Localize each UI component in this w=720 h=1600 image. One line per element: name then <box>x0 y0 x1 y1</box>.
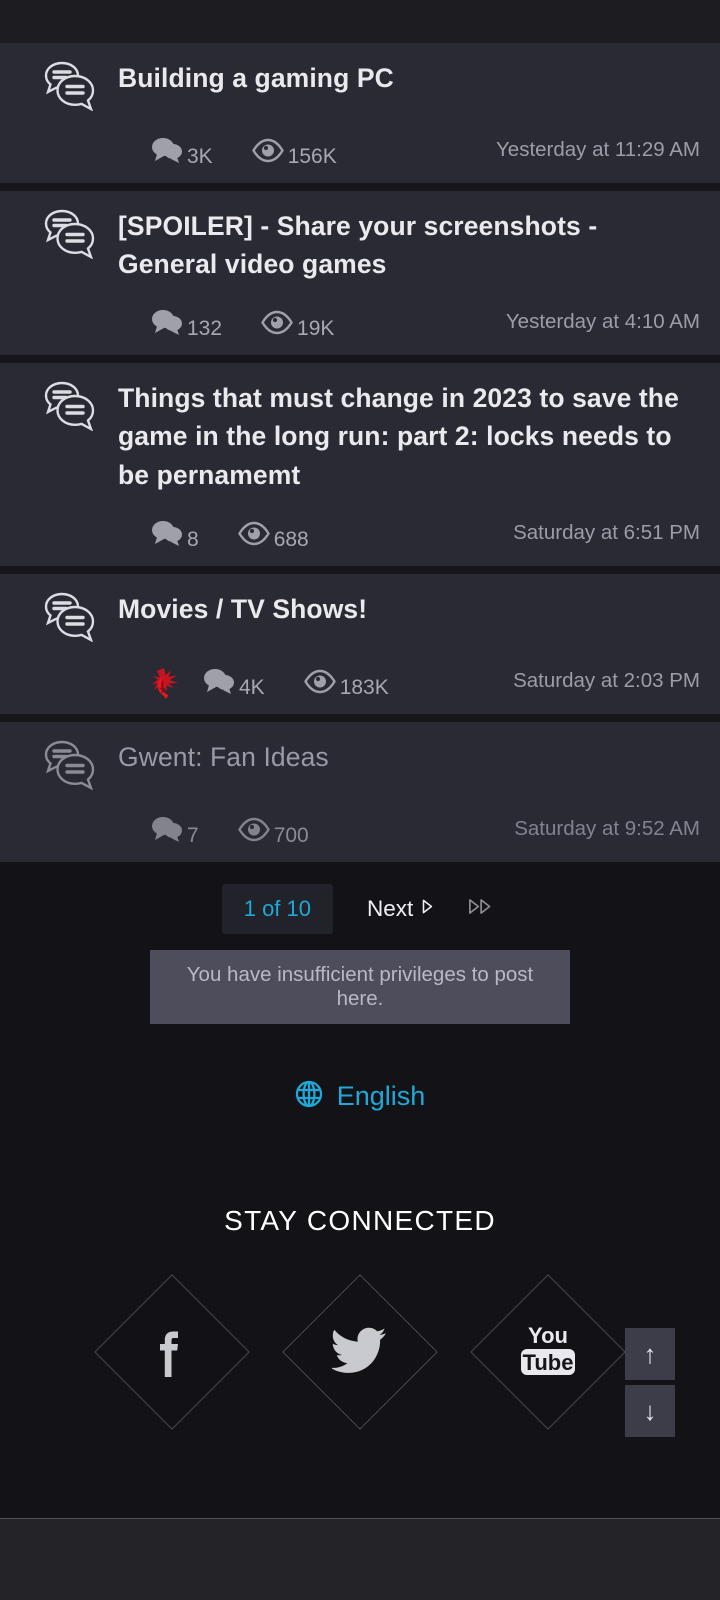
thread-bubbles-icon <box>42 379 100 432</box>
thread-title[interactable]: Building a gaming PC <box>118 57 394 97</box>
facebook-icon[interactable] <box>94 1273 250 1430</box>
bottom-navigation-bar <box>0 1519 720 1600</box>
thread-stats: 4K 183K Saturday at 2:03 PM <box>0 664 720 700</box>
thread-stats: 7 700 Saturday at 9:52 AM <box>0 812 720 846</box>
thread-date: Saturday at 6:51 PM <box>513 520 700 544</box>
reply-count-value: 7 <box>187 823 199 847</box>
reply-count-value: 3K <box>187 145 213 168</box>
view-count: 688 <box>237 519 309 551</box>
comment-icon <box>150 519 184 547</box>
svg-text:You: You <box>528 1323 568 1348</box>
thread-title[interactable]: Gwent: Fan Ideas <box>118 736 329 776</box>
view-count-value: 183K <box>339 675 389 699</box>
thread-date: Saturday at 9:52 AM <box>514 816 700 840</box>
view-count: 700 <box>237 815 309 847</box>
thread-header: Things that must change in 2023 to save … <box>0 377 720 493</box>
scroll-up-button[interactable]: ↑ <box>625 1328 675 1380</box>
view-count-value: 700 <box>273 823 309 847</box>
eye-icon <box>303 667 337 695</box>
thread-stats: 3K 156K Yesterday at 11:29 AM <box>0 133 720 167</box>
thread-bubbles-icon <box>42 207 100 259</box>
eye-icon <box>260 308 294 336</box>
thread-title[interactable]: [SPOILER] - Share your screenshots - Gen… <box>118 205 702 283</box>
thread-date: Yesterday at 11:29 AM <box>496 138 700 161</box>
reply-count: 3K <box>150 136 213 168</box>
stay-connected-heading: STAY CONNECTED <box>224 1204 496 1236</box>
eye-icon <box>237 519 271 547</box>
reply-count-value: 4K <box>239 675 265 699</box>
double-chevron-right-icon <box>468 897 498 921</box>
language-label: English <box>336 1080 426 1111</box>
thread-row[interactable]: Gwent: Fan Ideas 7 700 Saturday at 9:52 … <box>0 721 720 862</box>
pagination-section: 1 of 10 Next You have insufficient privi… <box>0 869 720 1435</box>
globe-icon <box>295 1080 323 1113</box>
next-page-button[interactable]: Next <box>367 896 434 922</box>
reply-count-value: 8 <box>187 527 199 551</box>
reply-count: 132 <box>150 308 223 341</box>
pagination: 1 of 10 Next <box>0 883 720 934</box>
youtube-glyph: You Tube <box>516 1317 580 1386</box>
comment-icon <box>150 815 184 843</box>
thread-row[interactable]: [SPOILER] - Share your screenshots - Gen… <box>0 191 720 356</box>
scroll-down-button[interactable]: ↓ <box>625 1385 675 1437</box>
thread-row[interactable]: Building a gaming PC 3K 156K Yesterday a… <box>0 43 720 183</box>
view-count-value: 19K <box>297 317 335 341</box>
view-count: 19K <box>260 308 335 341</box>
reply-count: 8 <box>150 519 199 551</box>
insufficient-privileges-notice: You have insufficient privileges to post… <box>150 949 570 1024</box>
comment-icon <box>150 136 184 164</box>
thread-row[interactable]: Things that must change in 2023 to save … <box>0 363 720 566</box>
thread-bubbles-icon <box>42 738 100 790</box>
view-count: 183K <box>303 667 389 699</box>
thread-header: Building a gaming PC <box>0 57 720 111</box>
page-indicator[interactable]: 1 of 10 <box>221 883 333 934</box>
thread-date: Saturday at 2:03 PM <box>513 668 700 692</box>
chevron-right-icon <box>420 896 434 922</box>
svg-text:Tube: Tube <box>523 1350 574 1375</box>
eye-icon <box>251 136 285 164</box>
twitter-icon[interactable] <box>282 1273 438 1430</box>
twitter-glyph <box>330 1325 388 1378</box>
eye-icon <box>237 815 271 843</box>
view-count-value: 688 <box>273 527 309 551</box>
next-page-label: Next <box>367 895 414 921</box>
thread-date: Yesterday at 4:10 AM <box>505 310 700 334</box>
thread-title[interactable]: Movies / TV Shows! <box>118 588 367 628</box>
thread-stats: 132 19K Yesterday at 4:10 AM <box>0 305 720 339</box>
thread-header: [SPOILER] - Share your screenshots - Gen… <box>0 205 720 283</box>
last-page-button[interactable] <box>468 897 498 921</box>
thread-bubbles-icon <box>42 59 100 111</box>
cdpr-red-bird-icon <box>150 666 180 700</box>
view-count: 156K <box>251 136 337 168</box>
notice-wrapper: You have insufficient privileges to post… <box>0 949 720 1024</box>
comment-icon <box>202 667 236 695</box>
thread-list: Building a gaming PC 3K 156K Yesterday a… <box>0 43 720 862</box>
language-selector[interactable]: English <box>0 1080 720 1113</box>
view-count-value: 156K <box>287 145 337 168</box>
scroll-controls: ↑ ↓ <box>625 1328 675 1437</box>
thread-header: Gwent: Fan Ideas <box>0 736 720 790</box>
thread-header: Movies / TV Shows! <box>0 588 720 642</box>
thread-title[interactable]: Things that must change in 2023 to save … <box>118 377 702 493</box>
facebook-glyph <box>152 1319 192 1384</box>
social-links: You Tube <box>0 1273 720 1430</box>
thread-row[interactable]: Movies / TV Shows! 4K 183K Saturday at 2… <box>0 573 720 714</box>
reply-count-value: 132 <box>187 317 223 341</box>
reply-count: 7 <box>150 815 199 847</box>
thread-bubbles-icon <box>42 590 100 642</box>
comment-icon <box>150 308 184 336</box>
thread-stats: 8 688 Saturday at 6:51 PM <box>0 516 720 550</box>
top-spacer-bar <box>0 0 720 43</box>
youtube-icon[interactable]: You Tube <box>470 1273 626 1430</box>
reply-count: 4K <box>202 667 265 699</box>
